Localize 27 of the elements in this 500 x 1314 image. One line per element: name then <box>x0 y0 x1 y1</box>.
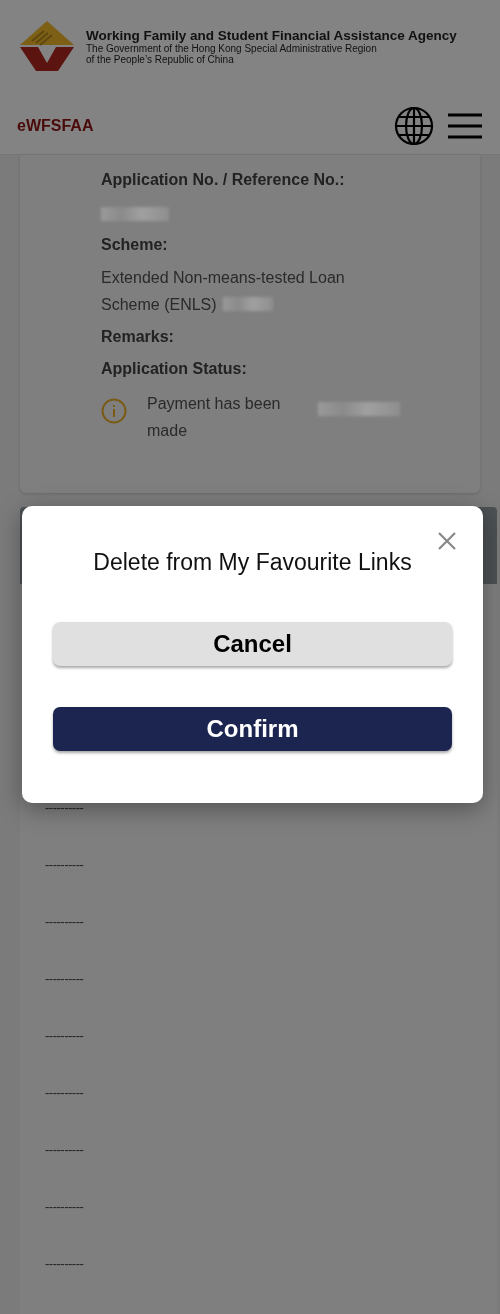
confirm-button[interactable]: Confirm <box>53 707 452 751</box>
link-placeholder[interactable]: ---------- <box>45 1142 84 1157</box>
agency-logo <box>18 19 76 73</box>
government-line: of the People’s Republic of China <box>86 53 234 65</box>
cancel-button[interactable]: Cancel <box>53 622 452 666</box>
link-placeholder[interactable]: ---------- <box>45 971 84 986</box>
field-value: Extended Non-means-tested Loan Scheme (ENLS) <box>101 268 346 315</box>
government-line: The Government of the Hong Kong Special Administrative Region <box>86 42 378 54</box>
status-text: Payment has been made <box>147 394 282 441</box>
link-placeholder[interactable]: ---------- <box>45 1256 84 1271</box>
link-placeholder[interactable]: ---------- <box>45 800 84 815</box>
agency-name: Working Family and Student Financial Assistance Agency <box>86 27 457 43</box>
link-placeholder[interactable]: ---------- <box>45 857 84 872</box>
dialog-title: Delete from My Favourite Links <box>92 549 413 576</box>
globe-icon[interactable] <box>394 106 434 146</box>
close-icon <box>437 531 457 551</box>
link-placeholder[interactable]: ---------- <box>45 1199 84 1214</box>
site-brand[interactable]: eWFSFAA <box>17 117 394 135</box>
link-placeholder[interactable]: ---------- <box>45 1028 84 1043</box>
link-placeholder[interactable]: ---------- <box>45 1085 84 1100</box>
field-label: Scheme: <box>101 236 169 254</box>
menu-icon[interactable] <box>448 112 482 140</box>
field-label: Remarks: <box>101 328 175 346</box>
field-label: Application No. / Reference No.: <box>101 171 346 189</box>
field-label: Application Status: <box>101 360 248 378</box>
link-placeholder[interactable]: ---------- <box>45 914 84 929</box>
info-icon <box>101 398 127 424</box>
